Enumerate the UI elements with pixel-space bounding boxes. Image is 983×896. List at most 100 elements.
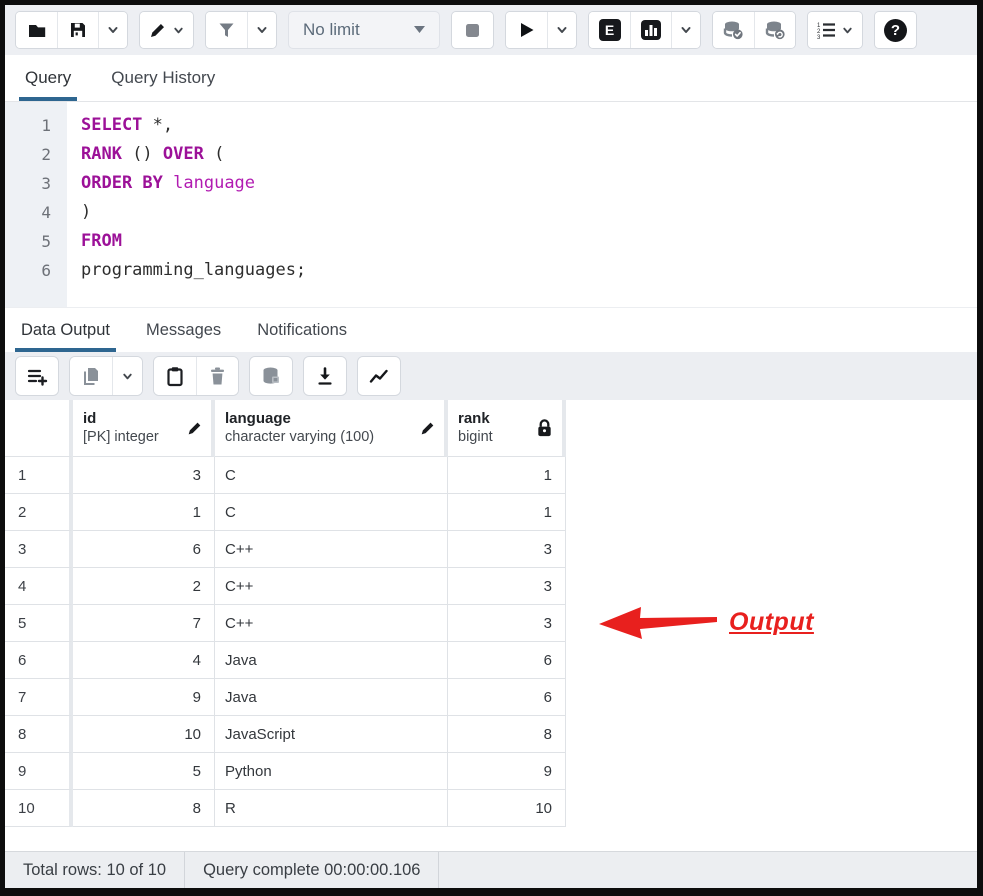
tab-query[interactable]: Query (25, 55, 71, 101)
id-cell[interactable]: 2 (73, 568, 215, 605)
row-number-cell[interactable]: 7 (5, 679, 73, 716)
table-row: 79Java6 (5, 679, 566, 716)
row-number-cell[interactable]: 8 (5, 716, 73, 753)
query-complete-status: Query complete 00:00:00.106 (185, 852, 439, 888)
id-cell[interactable]: 8 (73, 790, 215, 827)
save-dropdown-button[interactable] (98, 12, 127, 48)
save-button[interactable] (57, 12, 98, 48)
execute-button[interactable] (506, 12, 547, 48)
delete-row-button[interactable] (196, 357, 238, 395)
execute-dropdown-button[interactable] (547, 12, 576, 48)
rank-cell[interactable]: 3 (448, 531, 566, 568)
explain-analyze-button[interactable] (630, 12, 671, 48)
stop-button[interactable] (452, 12, 493, 48)
tab-query-history[interactable]: Query History (111, 55, 215, 101)
chevron-down-icon (255, 23, 269, 37)
add-row-button[interactable] (16, 357, 58, 395)
row-number-cell[interactable]: 3 (5, 531, 73, 568)
rank-cell[interactable]: 3 (448, 605, 566, 642)
sql-editor[interactable]: 123456 SELECT *,RANK () OVER (ORDER BY l… (5, 102, 977, 307)
triangle-down-icon (414, 26, 425, 34)
id-cell[interactable]: 4 (73, 642, 215, 679)
chart-button[interactable] (358, 357, 400, 395)
code-line[interactable]: FROM (81, 227, 977, 256)
rank-cell[interactable]: 8 (448, 716, 566, 753)
explain-dropdown-button[interactable] (671, 12, 700, 48)
column-header-rank[interactable]: rank bigint (448, 400, 566, 457)
bar-chart-icon (640, 19, 662, 41)
language-cell[interactable]: C (215, 494, 448, 531)
code-line[interactable]: SELECT *, (81, 111, 977, 140)
paste-delete-group (153, 356, 239, 396)
commit-button[interactable] (713, 12, 754, 48)
folder-icon (27, 21, 47, 40)
language-cell[interactable]: C++ (215, 605, 448, 642)
line-number: 1 (5, 111, 67, 140)
help-button[interactable]: ? (875, 12, 916, 48)
id-cell[interactable]: 7 (73, 605, 215, 642)
sql-code[interactable]: SELECT *,RANK () OVER (ORDER BY language… (67, 102, 977, 307)
id-cell[interactable]: 5 (73, 753, 215, 790)
total-rows-status: Total rows: 10 of 10 (5, 852, 185, 888)
id-cell[interactable]: 1 (73, 494, 215, 531)
copy-dropdown-button[interactable] (112, 357, 142, 395)
add-row-icon (27, 367, 48, 386)
tab-messages[interactable]: Messages (146, 308, 221, 352)
rank-cell[interactable]: 1 (448, 457, 566, 494)
language-cell[interactable]: R (215, 790, 448, 827)
row-number-cell[interactable]: 1 (5, 457, 73, 494)
rank-cell[interactable]: 1 (448, 494, 566, 531)
paste-button[interactable] (154, 357, 196, 395)
rank-cell[interactable]: 3 (448, 568, 566, 605)
language-cell[interactable]: C++ (215, 531, 448, 568)
filter-button[interactable] (206, 12, 247, 48)
query-tool-window: No limit (0, 0, 983, 896)
rank-cell[interactable]: 6 (448, 642, 566, 679)
row-number-cell[interactable]: 9 (5, 753, 73, 790)
column-header-language[interactable]: language character varying (100) (215, 400, 448, 457)
chevron-down-icon (106, 23, 120, 37)
id-cell[interactable]: 6 (73, 531, 215, 568)
rollback-button[interactable] (754, 12, 795, 48)
rank-cell[interactable]: 9 (448, 753, 566, 790)
language-cell[interactable]: Java (215, 642, 448, 679)
code-line[interactable]: programming_languages; (81, 256, 977, 285)
corner-header-cell[interactable] (5, 400, 73, 457)
table-header-row: id [PK] integer language ch (5, 400, 566, 457)
language-cell[interactable]: JavaScript (215, 716, 448, 753)
download-button[interactable] (304, 357, 346, 395)
code-line[interactable]: RANK () OVER ( (81, 140, 977, 169)
column-header-id[interactable]: id [PK] integer (73, 400, 215, 457)
chevron-down-icon (841, 24, 854, 37)
explain-button[interactable]: E (589, 12, 630, 48)
code-line[interactable]: ORDER BY language (81, 169, 977, 198)
row-number-cell[interactable]: 6 (5, 642, 73, 679)
results-table: id [PK] integer language ch (5, 400, 566, 827)
code-line[interactable]: ) (81, 198, 977, 227)
edit-dropdown-button[interactable] (140, 12, 193, 48)
id-cell[interactable]: 10 (73, 716, 215, 753)
results-toolbar (5, 352, 977, 400)
macros-dropdown-button[interactable]: 1 2 3 (808, 12, 862, 48)
language-cell[interactable]: Java (215, 679, 448, 716)
tab-notifications[interactable]: Notifications (257, 308, 347, 352)
tab-data-output[interactable]: Data Output (21, 308, 110, 352)
language-cell[interactable]: C (215, 457, 448, 494)
limit-select[interactable]: No limit (288, 11, 440, 49)
language-cell[interactable]: C++ (215, 568, 448, 605)
id-cell[interactable]: 3 (73, 457, 215, 494)
status-bar: Total rows: 10 of 10 Query complete 00:0… (5, 851, 977, 888)
open-file-button[interactable] (16, 12, 57, 48)
row-number-cell[interactable]: 10 (5, 790, 73, 827)
language-cell[interactable]: Python (215, 753, 448, 790)
chevron-down-icon (121, 370, 134, 383)
filter-dropdown-button[interactable] (247, 12, 276, 48)
id-cell[interactable]: 9 (73, 679, 215, 716)
rank-cell[interactable]: 6 (448, 679, 566, 716)
save-data-button[interactable] (250, 357, 292, 395)
row-number-cell[interactable]: 4 (5, 568, 73, 605)
row-number-cell[interactable]: 5 (5, 605, 73, 642)
rank-cell[interactable]: 10 (448, 790, 566, 827)
copy-button[interactable] (70, 357, 112, 395)
row-number-cell[interactable]: 2 (5, 494, 73, 531)
